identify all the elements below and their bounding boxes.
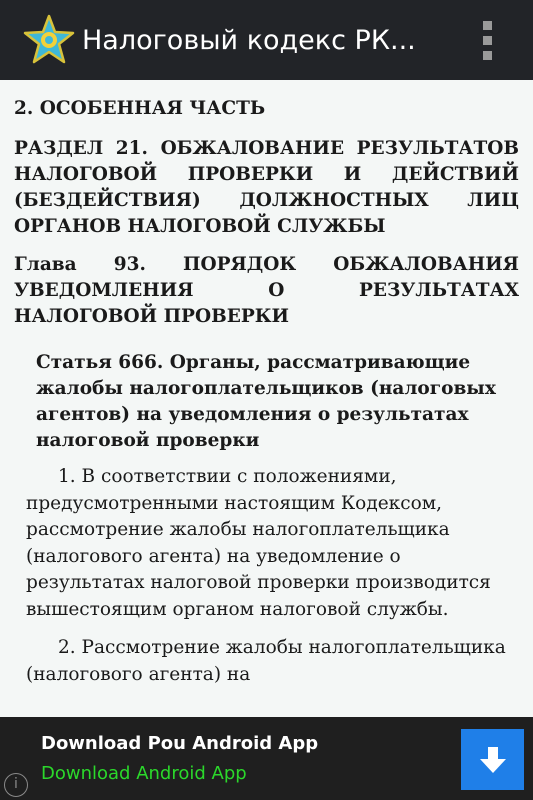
- paragraph: 2. Рассмотрение жалобы налогоплательщика…: [26, 637, 506, 685]
- overflow-menu-icon[interactable]: [467, 10, 507, 70]
- menu-dot: [482, 20, 492, 30]
- document-content[interactable]: 2. ОСОБЕННАЯ ЧАСТЬ РАЗДЕЛ 21. ОБЖАЛОВАНИ…: [0, 80, 533, 717]
- ad-subtitle: Download Android App: [41, 763, 247, 784]
- section-heading: 2. ОСОБЕННАЯ ЧАСТЬ: [14, 98, 266, 119]
- ad-title: Download Pou Android App: [41, 733, 319, 754]
- division-heading: РАЗДЕЛ 21. ОБЖАЛОВАНИЕ РЕЗУЛЬТАТОВ НАЛОГ…: [14, 138, 519, 237]
- download-button[interactable]: [461, 729, 524, 790]
- paragraph: 1. В соответствии с положениями, предусм…: [26, 466, 491, 620]
- menu-dot: [482, 50, 492, 60]
- chapter-heading: Глава 93. ПОРЯДОК ОБЖАЛОВАНИЯ УВЕДОМЛЕНИ…: [14, 254, 519, 327]
- menu-dot: [482, 35, 492, 45]
- star-emblem-icon[interactable]: [22, 13, 76, 67]
- ad-banner[interactable]: i Download Pou Android App Download Andr…: [0, 717, 533, 800]
- app-title: Налоговый кодекс РК...: [82, 24, 416, 56]
- action-bar: Налоговый кодекс РК...: [0, 0, 533, 80]
- download-arrow-icon: [479, 746, 506, 773]
- info-icon[interactable]: i: [4, 773, 28, 797]
- article-heading: Статья 666. Органы, рассматривающие жало…: [36, 352, 496, 451]
